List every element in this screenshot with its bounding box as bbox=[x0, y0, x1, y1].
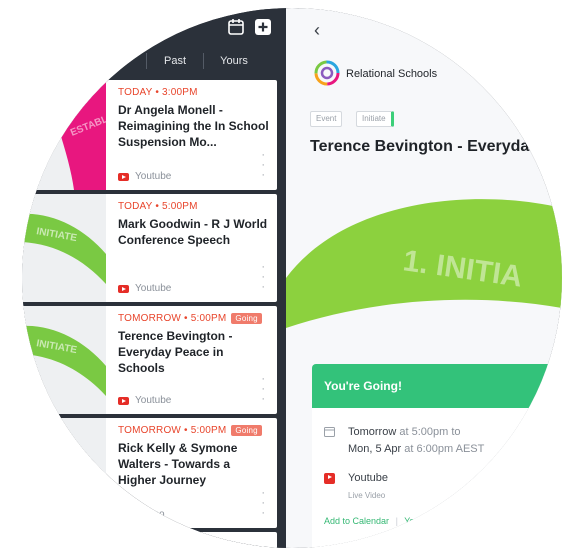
segmented-control: Past Yours bbox=[92, 48, 292, 74]
circular-crop: Past Yours ESTABLISH TODAY • 3:00PM Dr A… bbox=[22, 8, 562, 548]
event-card[interactable]: INITIATE TODAY • 5:00PM Mark Goodwin - R… bbox=[22, 194, 277, 302]
date-start-time: at 5:00pm to bbox=[396, 426, 461, 438]
back-button[interactable]: ‹ bbox=[314, 20, 320, 41]
events-list-panel: Past Yours ESTABLISH TODAY • 3:00PM Dr A… bbox=[22, 8, 299, 548]
more-options-icon[interactable]: · · · bbox=[261, 262, 265, 293]
youtube-icon bbox=[118, 172, 129, 181]
youtube-icon bbox=[118, 284, 129, 293]
calendar-icon[interactable] bbox=[227, 18, 245, 36]
date-start-day: Tomorrow bbox=[348, 426, 397, 438]
event-detail-panel: ‹ Relational Schools Event Initiate Tere… bbox=[286, 8, 562, 548]
event-thumbnail: ESTABLISH bbox=[22, 80, 106, 190]
tab-yours[interactable]: Yours bbox=[204, 55, 264, 67]
event-title: Dr Angela Monell - Reimagining the In Sc… bbox=[118, 103, 269, 149]
relational-schools-logo bbox=[314, 60, 340, 86]
event-card[interactable]: TOMORROW • 5:00PM Going Rick Kelly & Symo… bbox=[22, 418, 277, 528]
screenshot-stage: Past Yours ESTABLISH TODAY • 3:00PM Dr A… bbox=[0, 0, 571, 552]
going-badge: Going bbox=[231, 425, 262, 436]
youtube-icon bbox=[324, 473, 335, 484]
date-end-time: at 6:00pm AEST bbox=[401, 443, 485, 455]
more-options-icon[interactable]: · · · bbox=[261, 488, 265, 519]
organizer-name[interactable]: Relational Schools bbox=[346, 68, 437, 80]
more-options-icon[interactable]: · · · bbox=[261, 374, 265, 405]
going-badge: Going bbox=[231, 313, 262, 324]
event-thumbnail bbox=[22, 418, 106, 528]
going-card: You're Going! Tomorrow at 5:00pm to Mon,… bbox=[312, 364, 562, 548]
event-source: Youtube bbox=[135, 395, 172, 406]
going-header: You're Going! bbox=[312, 364, 562, 408]
platform-name: Youtube bbox=[348, 472, 388, 484]
event-source: Live Video bbox=[118, 509, 165, 520]
event-time: TODAY • 5:00PM bbox=[118, 201, 198, 212]
event-source: Youtube bbox=[135, 171, 172, 182]
event-time: TODAY • 3:00PM bbox=[118, 87, 198, 98]
youtube-link[interactable]: Youtu bbox=[404, 516, 427, 526]
initiate-banner: 1. INITIA bbox=[286, 199, 562, 328]
add-event-icon[interactable] bbox=[254, 18, 272, 36]
event-source: Youtube bbox=[135, 283, 172, 294]
platform-subtitle: Live Video bbox=[348, 491, 386, 500]
event-thumbnail: INITIATE bbox=[22, 194, 106, 302]
event-detail-title: Terence Bevington - Everyda bbox=[310, 138, 530, 155]
event-time: TOMORROW • 5:00PM bbox=[118, 313, 227, 324]
tag-initiate: Initiate bbox=[356, 111, 394, 127]
event-card[interactable]: INITIATE TOMORROW • 5:00PM Going Terence … bbox=[22, 306, 277, 414]
event-time: TOMORROW • 5:00PM bbox=[118, 425, 227, 436]
event-title: Mark Goodwin - R J World Conference Spee… bbox=[118, 217, 268, 247]
date-end-day: Mon, 5 Apr bbox=[348, 443, 402, 455]
tag-event: Event bbox=[310, 111, 343, 127]
more-options-icon[interactable]: · · · bbox=[261, 150, 265, 181]
link-divider: | bbox=[395, 516, 398, 526]
event-card[interactable]: ESTABLISH TODAY • 3:00PM Dr Angela Monel… bbox=[22, 80, 277, 190]
event-title: Terence Bevington - Everyday Peace in Sc… bbox=[118, 329, 233, 375]
calendar-icon bbox=[324, 427, 335, 437]
add-to-calendar-link[interactable]: Add to Calendar bbox=[324, 516, 389, 526]
action-links: Add to Calendar | Youtu bbox=[324, 516, 427, 526]
tab-past[interactable]: Past bbox=[147, 55, 203, 67]
youtube-icon bbox=[118, 396, 129, 405]
list-toolbar bbox=[22, 8, 299, 52]
event-card[interactable] bbox=[22, 532, 277, 548]
event-title: Rick Kelly & Symone Walters - Towards a … bbox=[118, 441, 238, 487]
event-thumbnail: INITIATE bbox=[22, 306, 106, 414]
